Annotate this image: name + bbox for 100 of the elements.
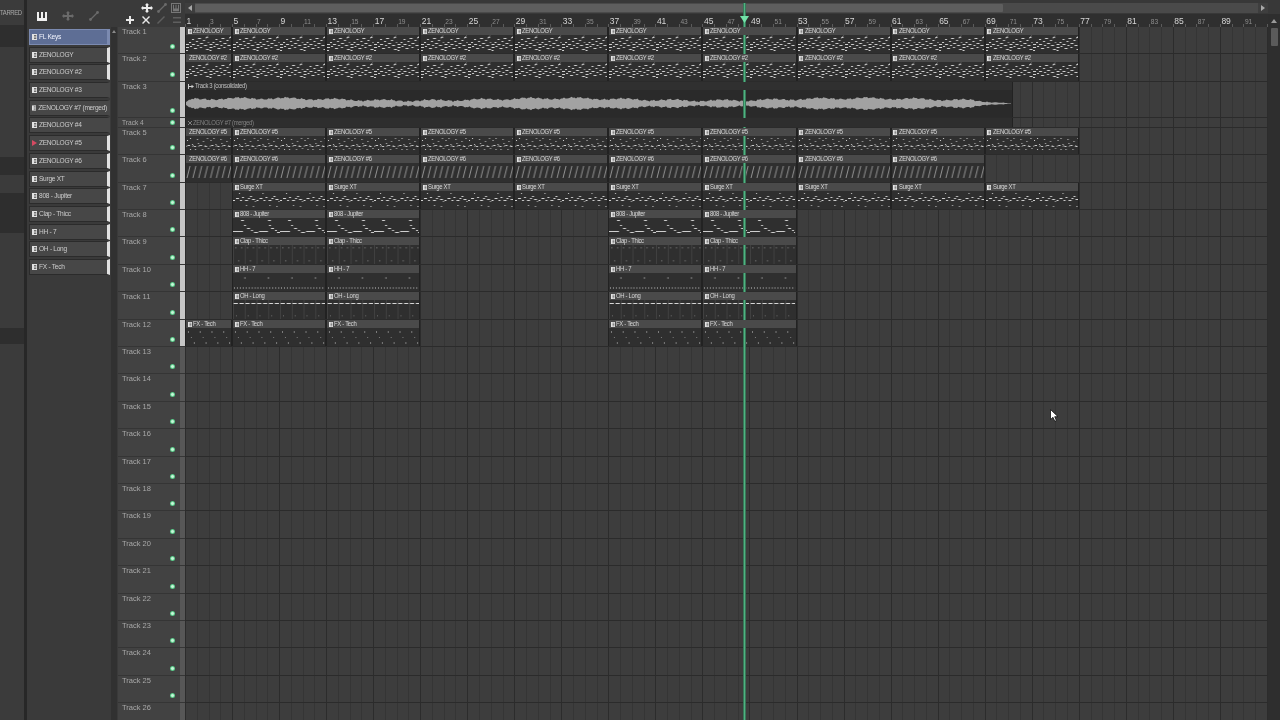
bar-number: 21 — [421, 17, 432, 26]
bar-number: 5 — [233, 17, 239, 26]
playhead-line[interactable] — [743, 3, 747, 720]
bar-number: 17 — [374, 17, 385, 26]
status-dot-icon[interactable] — [170, 666, 175, 671]
pattern-icon — [987, 129, 992, 135]
pattern-icon — [610, 28, 615, 34]
pattern-icon — [704, 238, 709, 244]
pattern-icon — [610, 321, 615, 327]
pattern-icon — [610, 238, 615, 244]
status-dot-icon[interactable] — [170, 611, 175, 616]
status-dot-icon[interactable] — [170, 474, 175, 479]
scrollbar-thumb[interactable] — [195, 4, 1003, 12]
scroll-up-button[interactable] — [1268, 14, 1280, 27]
pattern-icon — [422, 129, 427, 135]
pattern-icon — [234, 156, 239, 162]
cross-icon — [187, 120, 192, 125]
chevron-up-icon — [1271, 18, 1277, 23]
pattern-icon — [516, 156, 521, 162]
pattern-icon — [328, 211, 333, 217]
status-dot-icon[interactable] — [170, 108, 175, 113]
bar-number: 41 — [656, 17, 667, 26]
status-dot-icon[interactable] — [170, 501, 175, 506]
playhead-marker-icon[interactable] — [740, 16, 750, 23]
bar-number: 9 — [280, 17, 286, 26]
pattern-icon — [799, 55, 803, 61]
pattern-icon — [328, 293, 333, 299]
status-dot-icon[interactable] — [170, 419, 175, 424]
status-dot-icon[interactable] — [170, 638, 175, 643]
pattern-icon — [610, 156, 615, 162]
pattern-icon — [234, 321, 239, 327]
pattern-icon — [893, 28, 898, 34]
bar-number: 25 — [468, 17, 479, 26]
status-dot-icon[interactable] — [170, 44, 175, 49]
pattern-icon — [987, 184, 992, 190]
status-dot-icon[interactable] — [170, 227, 175, 232]
status-dot-icon[interactable] — [170, 200, 175, 205]
pattern-icon — [987, 28, 992, 34]
pattern-icon — [422, 156, 427, 162]
status-dot-icon[interactable] — [170, 584, 175, 589]
pattern-icon — [422, 184, 427, 190]
plus-icon[interactable] — [126, 15, 134, 24]
status-dot-icon[interactable] — [170, 364, 175, 369]
bar-number: 89 — [1221, 17, 1231, 26]
status-dot-icon[interactable] — [170, 392, 175, 397]
scrollbar-track[interactable] — [111, 27, 117, 720]
status-dot-icon[interactable] — [170, 556, 175, 561]
status-dot-icon[interactable] — [170, 173, 175, 178]
pattern-icon — [516, 184, 521, 190]
pattern-icon — [610, 184, 615, 190]
framed-comb-icon[interactable] — [171, 3, 181, 13]
pattern-icon — [799, 28, 803, 34]
status-dot-icon[interactable] — [170, 72, 175, 77]
pattern-icon — [799, 184, 803, 190]
pattern-icon — [704, 211, 709, 217]
pattern-icon — [893, 156, 898, 162]
pattern-icon — [610, 129, 615, 135]
move-arrows-icon[interactable] — [141, 3, 153, 13]
status-dot-icon[interactable] — [170, 145, 175, 150]
pattern-icon — [234, 211, 239, 217]
pattern-icon — [234, 129, 239, 135]
pattern-icon — [516, 55, 521, 61]
bar-number: 73 — [1033, 17, 1043, 26]
pattern-icon — [328, 184, 333, 190]
pattern-icon — [704, 184, 709, 190]
pattern-icon — [799, 129, 803, 135]
scroll-right-button[interactable] — [1258, 3, 1268, 13]
status-dot-icon[interactable] — [170, 693, 175, 698]
bar-number: 85 — [1174, 17, 1184, 26]
scrollbar-thumb[interactable] — [1271, 28, 1278, 46]
bar-number: 69 — [986, 17, 996, 26]
pattern-icon — [187, 321, 192, 327]
pattern-icon — [234, 266, 239, 272]
status-dot-icon[interactable] — [170, 120, 175, 125]
bar-number: 61 — [892, 17, 902, 26]
chevron-right-icon — [1261, 5, 1265, 11]
scroll-left-button[interactable] — [185, 3, 195, 13]
status-dot-icon[interactable] — [170, 310, 175, 315]
pattern-icon — [987, 55, 992, 61]
pattern-icon — [328, 55, 333, 61]
bar-number: 77 — [1080, 17, 1090, 26]
pattern-icon — [234, 184, 239, 190]
pattern-icon — [704, 293, 709, 299]
pattern-icon — [516, 129, 521, 135]
pattern-icon — [704, 28, 709, 34]
cross-icon[interactable] — [141, 15, 150, 24]
status-dot-icon[interactable] — [170, 447, 175, 452]
pattern-icon — [610, 293, 615, 299]
status-dot-icon[interactable] — [170, 529, 175, 534]
bar-number: 57 — [845, 17, 855, 26]
status-dot-icon[interactable] — [170, 282, 175, 287]
pattern-icon — [234, 28, 239, 34]
pattern-icon — [610, 211, 615, 217]
status-dot-icon[interactable] — [170, 337, 175, 342]
comb-icon[interactable] — [37, 11, 47, 21]
pointer-cursor-icon — [1050, 409, 1059, 422]
status-dot-icon[interactable] — [170, 255, 175, 260]
chevron-up-icon[interactable] — [112, 30, 116, 33]
pattern-icon — [422, 55, 427, 61]
pattern-icon — [610, 266, 615, 272]
